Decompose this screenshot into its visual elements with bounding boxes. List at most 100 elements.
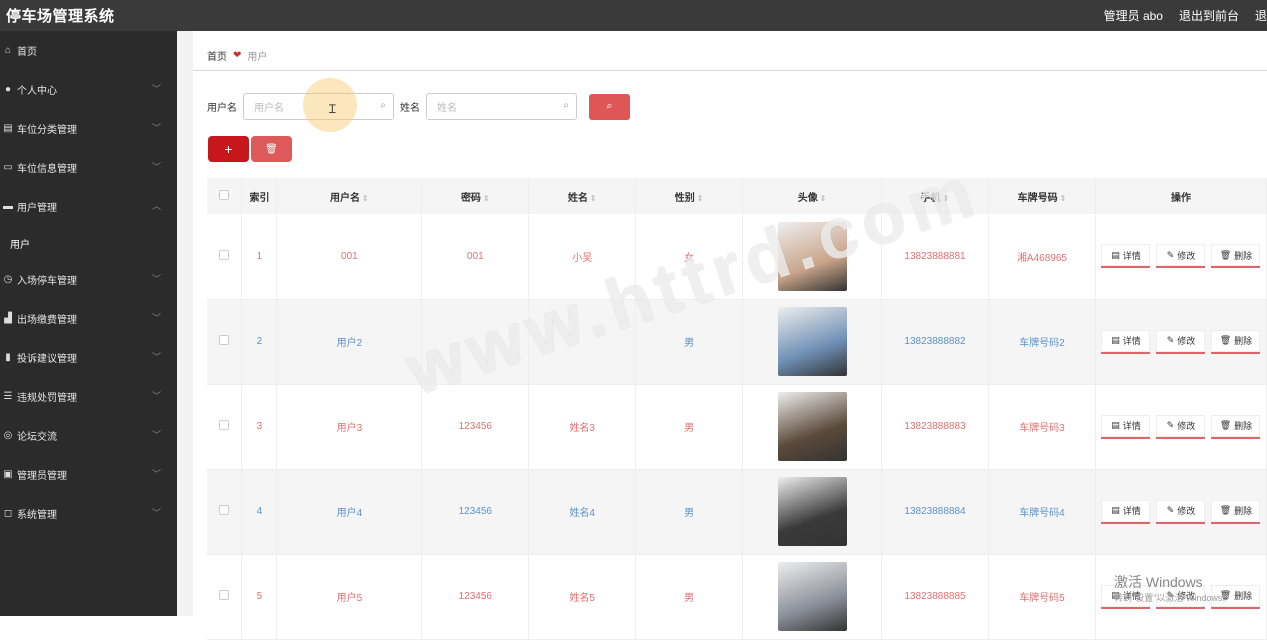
avatar[interactable] [777, 221, 847, 291]
search-button[interactable]: ⌕ [589, 93, 630, 120]
avatar[interactable] [777, 477, 847, 546]
detail-button[interactable]: ▤ 详情 [1101, 329, 1151, 354]
edit-button[interactable]: ✎ 修改 [1156, 584, 1206, 609]
delete-button[interactable]: 🗑 删除 [1211, 244, 1261, 269]
row-checkbox-cell[interactable] [207, 554, 243, 640]
sidebar-item-1[interactable]: ● 个人中心 ﹀ [0, 70, 177, 109]
row-checkbox[interactable] [219, 505, 230, 515]
cell-name [528, 299, 637, 385]
delete-button[interactable]: 🗑 删除 [1211, 329, 1261, 354]
cell-gender: 男 [635, 384, 744, 470]
cell-username: 用户3 [276, 384, 423, 470]
sort-icon[interactable]: ⇕ [943, 194, 950, 203]
admin-label: 管理员 abo [1103, 9, 1163, 23]
detail-button[interactable]: ▤ 详情 [1101, 499, 1151, 524]
sidebar-item-7[interactable]: ▮ 投诉建议管理 ﹀ [0, 338, 177, 377]
delete-button[interactable]: 🗑 删除 [1211, 414, 1261, 439]
table-row: 1 001 001 小吴女 13823888881 湘A468965 ▤ 详情 ✎ 修改 🗑 删除 [207, 214, 1267, 300]
edit-button[interactable]: ✎ 修改 [1156, 499, 1206, 524]
doc-icon: ▤ [1111, 590, 1120, 600]
cell-avatar [742, 214, 883, 300]
header-phone[interactable]: 手机 ⇕ [881, 178, 989, 214]
sort-icon[interactable]: ⇕ [1060, 194, 1067, 203]
table-row: 4 用户4 123456 姓名4 男 13823888884 车牌号码4 ▤ 详情 ✎ 修改 🗑 删除 [207, 469, 1267, 555]
cell-username: 用户4 [276, 469, 423, 555]
logout-link[interactable]: 退出登 [1255, 7, 1267, 24]
sidebar-subitem-user[interactable]: 用户 [0, 226, 177, 260]
select-all-checkbox[interactable] [219, 189, 230, 200]
cell-index: 5 [241, 554, 278, 640]
sliders-icon: ☰ [3, 391, 13, 402]
sidebar-item-2[interactable]: ▤ 车位分类管理 ﹀ [0, 109, 177, 148]
cell-password [421, 299, 530, 385]
chevron-down-icon: ﹀ [151, 391, 161, 401]
row-checkbox-cell[interactable] [207, 214, 243, 300]
sidebar-item-3[interactable]: ▭ 车位信息管理 ﹀ [0, 148, 177, 187]
row-checkbox-cell[interactable] [207, 299, 243, 385]
cell-index: 1 [241, 214, 278, 300]
table-row: 2 用户2 男 13823888882 车牌号码2 ▤ 详情 ✎ 修改 🗑 删除 [207, 299, 1267, 385]
header-plate[interactable]: 车牌号码 ⇕ [988, 178, 1096, 214]
sidebar-item-0[interactable]: ⌂ 首页 [0, 31, 177, 70]
sidebar-item-9[interactable]: ◎ 论坛交流 ﹀ [0, 416, 177, 455]
sort-icon[interactable]: ⇕ [362, 194, 369, 203]
header-avatar[interactable]: 头像 ⇕ [742, 178, 883, 214]
cell-avatar [742, 554, 883, 640]
sidebar-item-8[interactable]: ☰ 违规处罚管理 ﹀ [0, 377, 177, 416]
doc-icon: ▤ [1111, 420, 1120, 430]
cell-plate: 车牌号码3 [988, 384, 1096, 470]
edit-button[interactable]: ✎ 修改 [1156, 414, 1206, 439]
breadcrumb-current: 用户 [247, 52, 268, 63]
detail-button[interactable]: ▤ 详情 [1101, 584, 1151, 609]
sidebar-item-label: 车位分类管理 [17, 125, 77, 136]
sidebar-item-11[interactable]: ◻ 系统管理 ﹀ [0, 494, 177, 533]
breadcrumb-home[interactable]: 首页 [207, 48, 227, 63]
chevron-down-icon: ﹀ [151, 274, 161, 284]
avatar[interactable] [777, 307, 847, 376]
avatar[interactable] [777, 392, 847, 461]
row-checkbox[interactable] [219, 420, 230, 430]
delete-button[interactable]: 🗑 删除 [1211, 584, 1261, 609]
detail-button[interactable]: ▤ 详情 [1101, 414, 1151, 439]
avatar[interactable] [777, 562, 847, 631]
sort-icon[interactable]: ⇕ [697, 194, 704, 203]
toolbar: + 🗑 [208, 136, 292, 162]
header-name[interactable]: 姓名 ⇕ [528, 178, 637, 214]
header-gender[interactable]: 性别 ⇕ [635, 178, 744, 214]
row-checkbox[interactable] [219, 335, 230, 345]
cell-actions: ▤ 详情 ✎ 修改 🗑 删除 [1095, 469, 1267, 555]
edit-button[interactable]: ✎ 修改 [1156, 329, 1206, 354]
header-username[interactable]: 用户名 ⇕ [276, 178, 423, 214]
delete-button[interactable]: 🗑 删除 [1211, 499, 1261, 524]
detail-button[interactable]: ▤ 详情 [1101, 244, 1151, 269]
sidebar-item-10[interactable]: ▣ 管理员管理 ﹀ [0, 455, 177, 494]
sidebar-item-4[interactable]: ▬ 用户管理 ︿ [0, 187, 177, 226]
trash-icon: 🗑 [1219, 420, 1232, 430]
row-checkbox[interactable] [219, 590, 230, 600]
sidebar-item-6[interactable]: ▟ 出场缴费管理 ﹀ [0, 299, 177, 338]
header-checkbox-cell[interactable] [207, 178, 243, 214]
search-icon: ⌕ [606, 100, 613, 112]
row-checkbox-cell[interactable] [207, 384, 243, 470]
header-password[interactable]: 密码 ⇕ [421, 178, 530, 214]
edit-button[interactable]: ✎ 修改 [1156, 244, 1206, 269]
cell-phone: 13823888881 [881, 214, 989, 300]
chevron-down-icon: ﹀ [151, 84, 161, 94]
sort-icon[interactable]: ⇕ [820, 194, 827, 203]
batch-delete-button[interactable]: 🗑 [251, 136, 292, 162]
cell-actions: ▤ 详情 ✎ 修改 🗑 删除 [1095, 299, 1267, 385]
row-checkbox-cell[interactable] [207, 469, 243, 555]
sidebar-item-5[interactable]: ◷ 入场停车管理 ﹀ [0, 260, 177, 299]
row-checkbox[interactable] [219, 249, 230, 260]
exit-to-front-link[interactable]: 退出到前台 [1179, 7, 1239, 24]
cell-index: 3 [241, 384, 278, 470]
name-search-input[interactable]: 姓名 ⌕ [426, 93, 577, 120]
plus-icon: + [224, 141, 233, 157]
cell-name: 姓名5 [528, 554, 637, 640]
sort-icon[interactable]: ⇕ [483, 194, 490, 203]
cell-phone: 13823888883 [881, 384, 989, 470]
sort-icon[interactable]: ⇕ [590, 194, 597, 203]
chevron-up-icon: ︿ [151, 201, 161, 211]
cell-username: 用户5 [276, 554, 423, 640]
add-button[interactable]: + [208, 136, 249, 162]
